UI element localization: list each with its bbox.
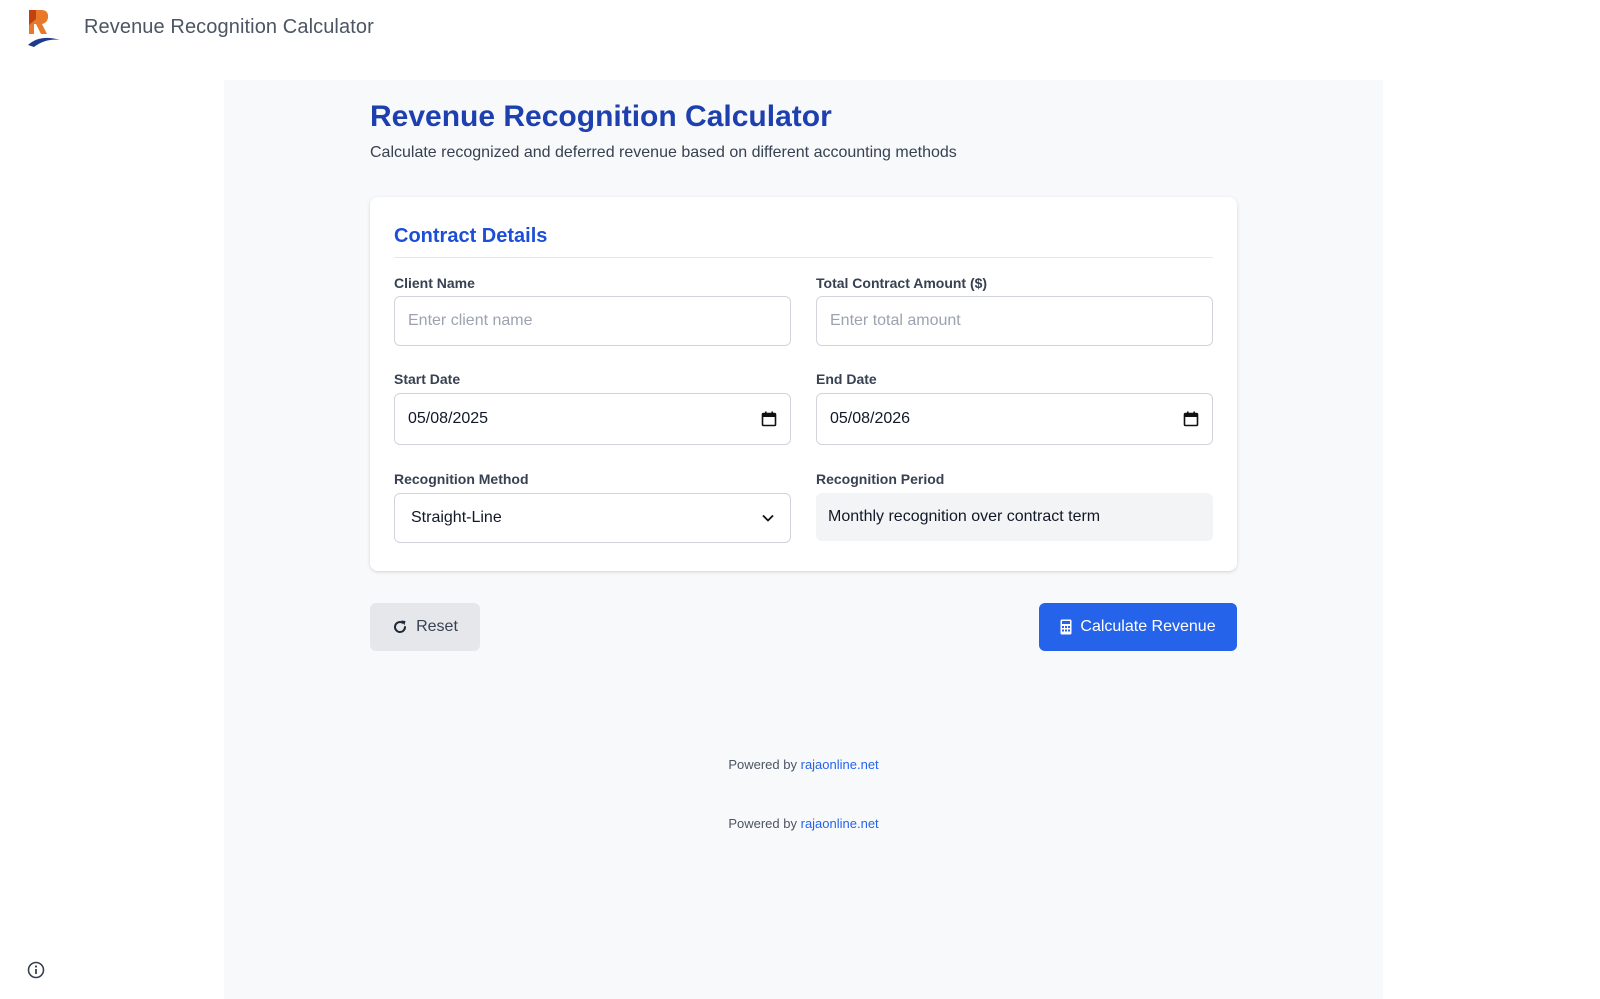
- divider: [394, 257, 1213, 258]
- powered-by-link[interactable]: rajaonline.net: [801, 757, 879, 772]
- recognition-method-value: Straight-Line: [411, 509, 502, 526]
- calculate-label: Calculate Revenue: [1080, 618, 1216, 635]
- recognition-period-value: Monthly recognition over contract term: [828, 508, 1101, 525]
- powered-by-link[interactable]: rajaonline.net: [801, 816, 879, 831]
- recognition-method-label: Recognition Method: [394, 471, 529, 487]
- recognition-method-select[interactable]: Straight-Line: [394, 493, 791, 543]
- page-title: Revenue Recognition Calculator: [370, 100, 832, 133]
- reset-label: Reset: [416, 618, 458, 635]
- total-amount-input[interactable]: [830, 312, 1199, 330]
- calculator-icon: [1060, 619, 1072, 635]
- start-date-input[interactable]: 05/08/2025: [394, 393, 791, 445]
- main-panel: Revenue Recognition Calculator Calculate…: [224, 80, 1383, 999]
- start-date-label: Start Date: [394, 371, 461, 387]
- powered-by-text: Powered by: [728, 757, 797, 772]
- recognition-period-display: Monthly recognition over contract term: [816, 493, 1213, 541]
- recognition-period-label: Recognition Period: [816, 471, 945, 487]
- end-date-input[interactable]: 05/08/2026: [816, 393, 1213, 445]
- calculate-revenue-button[interactable]: Calculate Revenue: [1039, 603, 1237, 651]
- end-date-label: End Date: [816, 371, 877, 387]
- contract-details-card: Contract Details Client Name Total Contr…: [370, 197, 1237, 571]
- start-date-value: 05/08/2025: [408, 410, 489, 427]
- reset-button[interactable]: Reset: [370, 603, 480, 651]
- calendar-icon[interactable]: [761, 411, 777, 427]
- powered-by-text: Powered by: [728, 816, 797, 831]
- powered-by: Powered by rajaonline.net: [224, 757, 1383, 772]
- end-date-value: 05/08/2026: [830, 410, 911, 427]
- info-icon[interactable]: [27, 961, 45, 979]
- top-bar: Revenue Recognition Calculator: [0, 0, 1600, 60]
- client-name-field: [394, 296, 791, 346]
- client-name-label: Client Name: [394, 275, 475, 291]
- section-title: Contract Details: [394, 225, 548, 247]
- brand-logo-icon[interactable]: [26, 7, 68, 49]
- client-name-input[interactable]: [408, 312, 777, 330]
- total-amount-label: Total Contract Amount ($): [816, 275, 988, 291]
- total-amount-field: [816, 296, 1213, 346]
- app-title: Revenue Recognition Calculator: [84, 16, 374, 38]
- chevron-down-icon: [762, 514, 774, 522]
- page-subtitle: Calculate recognized and deferred revenu…: [370, 144, 957, 161]
- powered-by: Powered by rajaonline.net: [224, 816, 1383, 831]
- rotate-cw-icon: [394, 620, 407, 633]
- calendar-icon[interactable]: [1183, 411, 1199, 427]
